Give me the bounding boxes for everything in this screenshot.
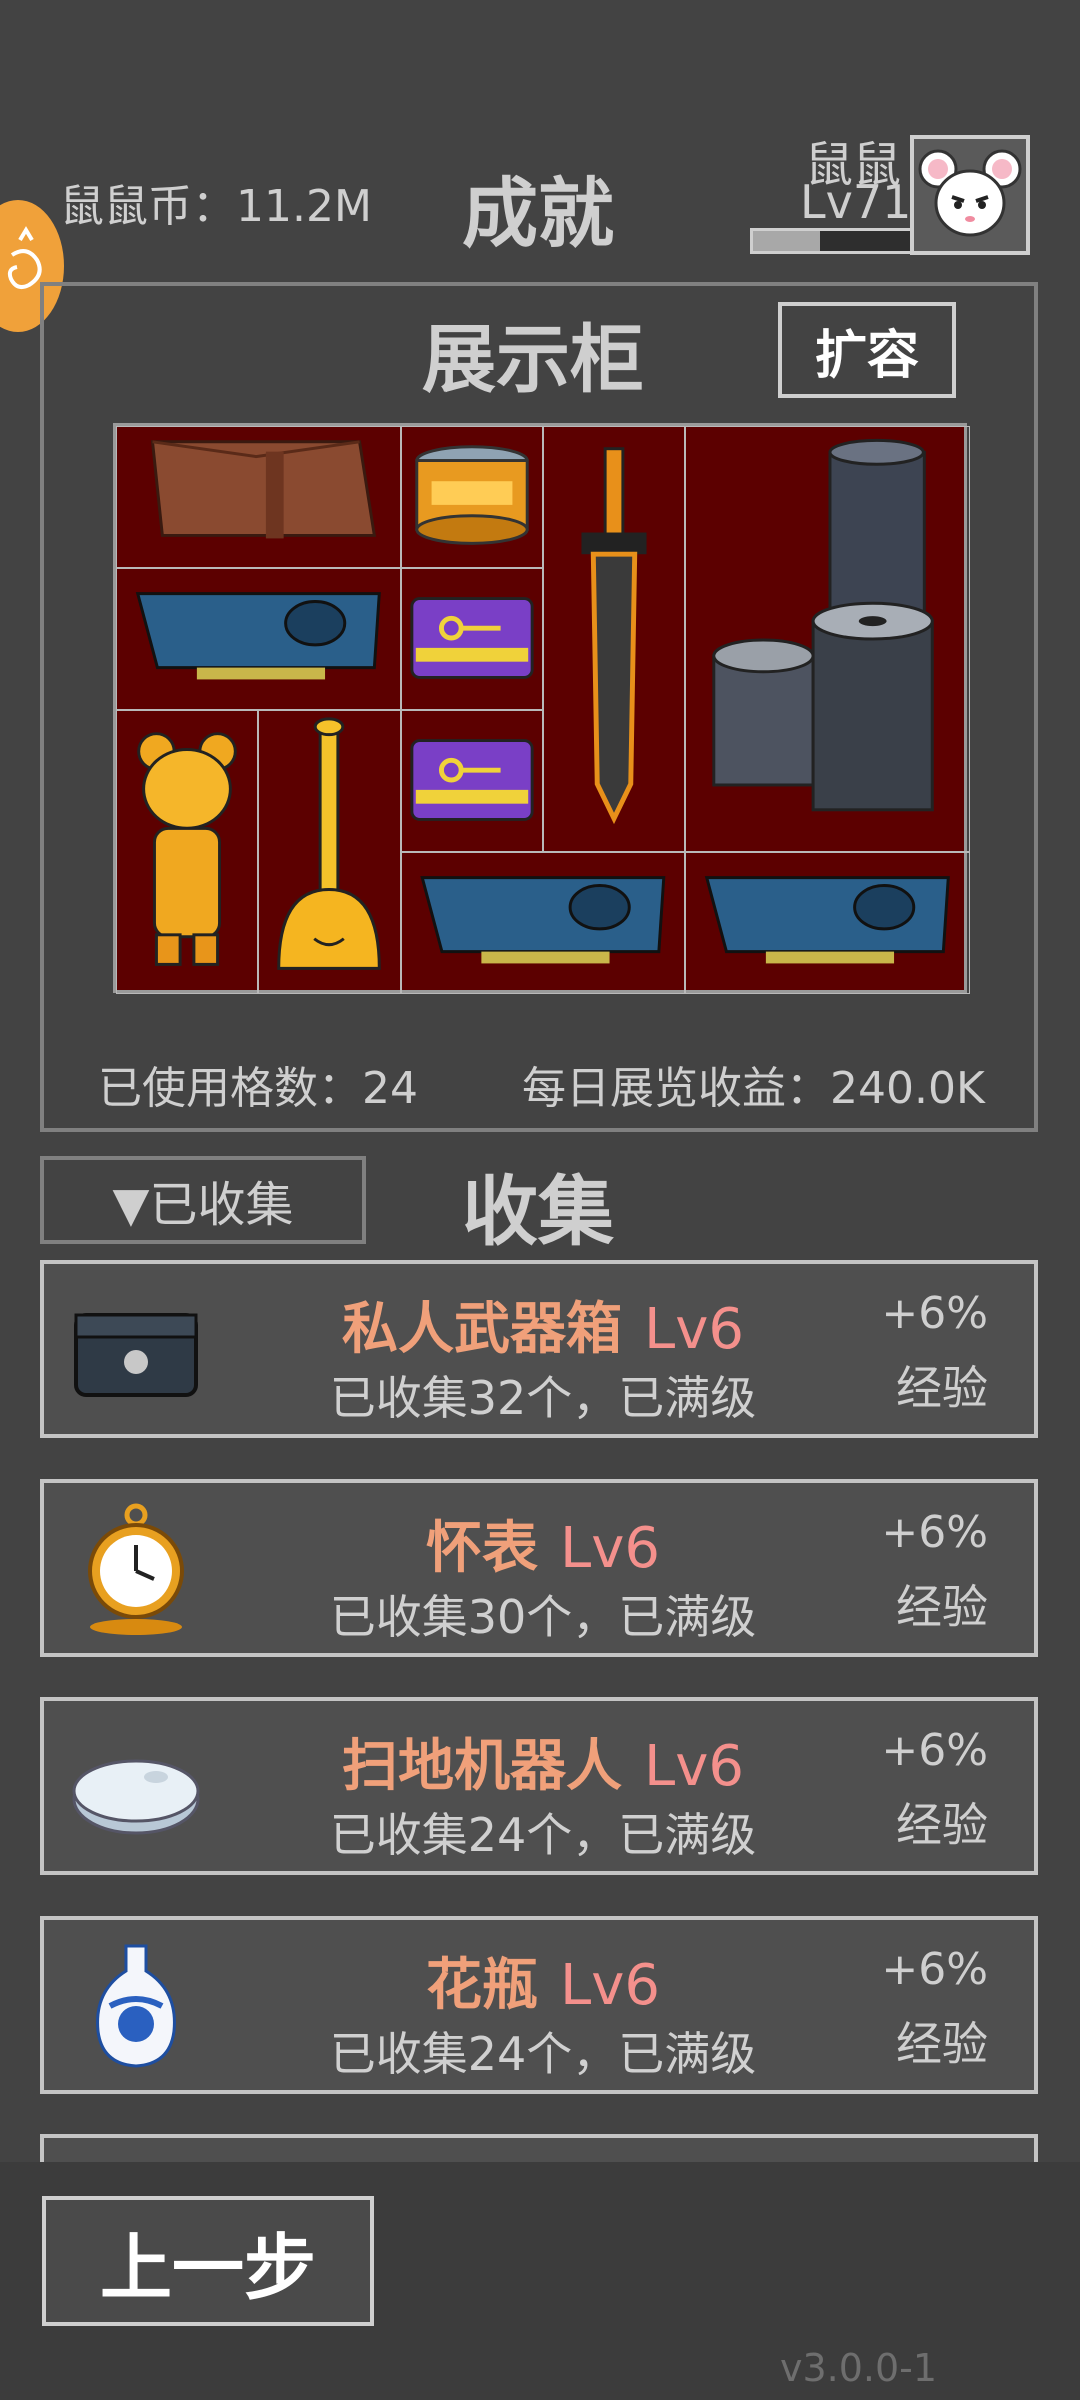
version-label: v3.0.0-1 xyxy=(780,2346,938,2390)
item-status: 已收集32个，已满级 xyxy=(329,1371,757,1425)
gold-bear-icon xyxy=(137,732,237,966)
showcase-slot[interactable] xyxy=(258,710,401,994)
xp-progress-bar xyxy=(750,228,916,254)
collection-card[interactable]: 私人武器箱 Lv6 已收集32个，已满级 +6% 经验 xyxy=(40,1260,1038,1438)
showcase-title: 展示柜 xyxy=(422,317,644,403)
item-name: 花瓶 xyxy=(426,1953,539,2018)
showcase-slot[interactable] xyxy=(401,852,685,994)
keycard-icon xyxy=(410,597,534,679)
showcase-slot[interactable] xyxy=(401,426,543,568)
graphics-card-icon xyxy=(135,592,381,680)
item-name: 私人武器箱 xyxy=(342,1297,623,1362)
collection-title: 收集 xyxy=(462,1167,614,1256)
graphics-card-icon xyxy=(704,876,950,964)
bonus-percent: +6% xyxy=(881,1944,988,1995)
item-level: Lv6 xyxy=(644,1297,744,1362)
leather-wallet-icon xyxy=(150,440,377,539)
showcase-slot[interactable] xyxy=(116,568,401,710)
showcase-slot[interactable] xyxy=(116,710,258,994)
back-button[interactable]: 上一步 xyxy=(42,2196,374,2326)
bonus-type: 经验 xyxy=(896,1580,988,1634)
item-level: Lv6 xyxy=(560,1953,660,2018)
bonus-type: 经验 xyxy=(896,1361,988,1415)
item-status: 已收集30个，已满级 xyxy=(329,1590,757,1644)
daily-exhibit-income: 每日展览收益：240.0K xyxy=(522,1063,985,1114)
gold-can-icon xyxy=(415,445,529,545)
showcase-slot[interactable] xyxy=(685,852,970,994)
sword-icon xyxy=(581,447,647,825)
showcase-slot[interactable] xyxy=(543,426,685,852)
collection-card-partial[interactable] xyxy=(40,2134,1038,2164)
expand-button[interactable]: 扩容 xyxy=(778,302,956,398)
item-level: Lv6 xyxy=(560,1516,660,1581)
showcase-grid xyxy=(113,423,970,994)
coin-balance: 鼠鼠币：11.2M xyxy=(60,181,372,232)
showcase-slot[interactable] xyxy=(685,426,970,852)
collection-card[interactable]: 花瓶 Lv6 已收集24个，已满级 +6% 经验 xyxy=(40,1916,1038,2094)
bonus-percent: +6% xyxy=(881,1288,988,1339)
gold-plunger-icon xyxy=(277,717,381,970)
keycard-icon xyxy=(410,739,534,821)
xp-progress-fill xyxy=(753,231,821,251)
bonus-percent: +6% xyxy=(881,1507,988,1558)
mouse-avatar-icon xyxy=(918,149,1022,237)
collection-card[interactable]: 扫地机器人 Lv6 已收集24个，已满级 +6% 经验 xyxy=(40,1697,1038,1875)
item-level: Lv6 xyxy=(644,1734,744,1799)
graphics-card-icon xyxy=(420,876,666,964)
page-title: 成就 xyxy=(462,169,614,258)
item-name: 扫地机器人 xyxy=(342,1734,623,1799)
player-level: Lv71 xyxy=(800,175,912,229)
used-cells-count: 已使用格数：24 xyxy=(98,1063,418,1114)
bonus-type: 经验 xyxy=(896,1798,988,1852)
bonus-type: 经验 xyxy=(896,2017,988,2071)
bonus-percent: +6% xyxy=(881,1725,988,1776)
avatar[interactable] xyxy=(910,135,1030,255)
item-name: 怀表 xyxy=(426,1516,539,1581)
collected-filter-dropdown[interactable]: ▼已收集 xyxy=(40,1156,366,1244)
collection-card[interactable]: 怀表 Lv6 已收集30个，已满级 +6% 经验 xyxy=(40,1479,1038,1657)
metal-cylinders-icon xyxy=(712,438,934,812)
showcase-slot[interactable] xyxy=(401,568,543,710)
showcase-slot[interactable] xyxy=(116,426,401,568)
item-status: 已收集24个，已满级 xyxy=(329,1808,757,1862)
item-status: 已收集24个，已满级 xyxy=(329,2027,757,2081)
showcase-slot[interactable] xyxy=(401,710,543,852)
